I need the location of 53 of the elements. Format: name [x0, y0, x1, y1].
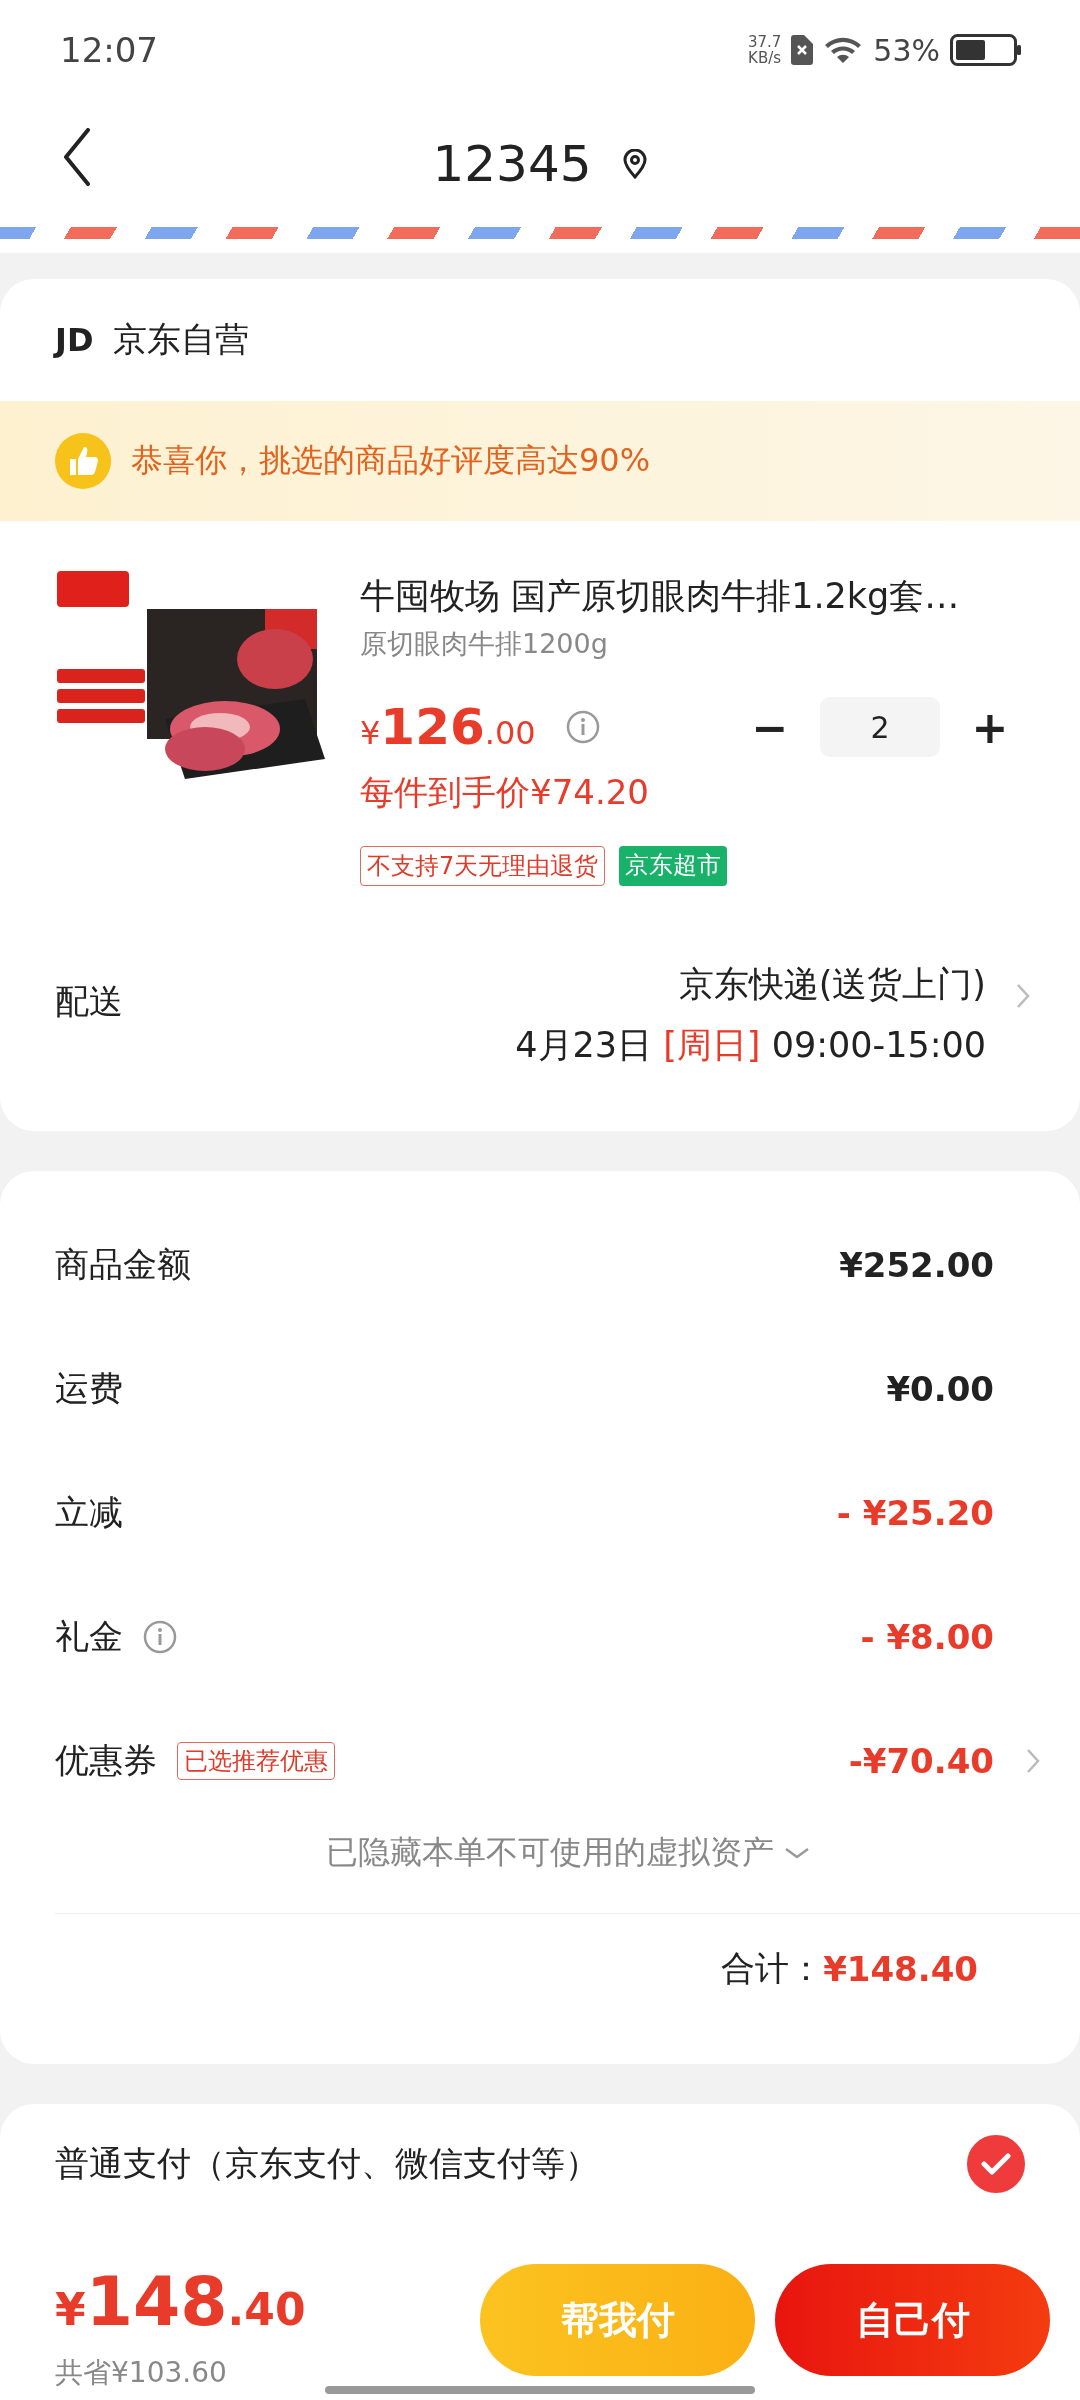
summary-label: 优惠券	[55, 1739, 157, 1782]
delivery-weekday: [周日]	[663, 1025, 761, 1065]
network-speed: 37.7	[747, 34, 782, 50]
delivery-label: 配送	[55, 980, 123, 1023]
wifi-icon	[823, 35, 864, 65]
summary-label: 立减	[55, 1491, 123, 1534]
product-title[interactable]: 牛囤牧场 国产原切眼肉牛排1.2kg套…	[360, 573, 1020, 620]
delivery-time: 09:00-15:00	[771, 1025, 986, 1065]
summary-value: ¥252.00	[839, 1245, 994, 1285]
back-icon[interactable]	[62, 128, 92, 186]
chevron-down-icon[interactable]	[783, 1846, 810, 1860]
banner-text: 恭喜你，挑选的商品好评度高达90%	[131, 440, 651, 481]
summary-value: - ¥25.20	[836, 1493, 994, 1533]
sim-off-icon	[791, 35, 814, 65]
hidden-assets-note[interactable]: 已隐藏本单不可使用的虚拟资产	[325, 1831, 774, 1875]
decrease-button[interactable]: −	[740, 701, 800, 753]
product-tag: 京东超市	[619, 846, 728, 886]
saved-amount: 共省¥103.60	[55, 2355, 228, 2391]
shop-logo: JD	[55, 321, 94, 359]
product-price: ¥126.00	[360, 698, 536, 756]
summary-label: 礼金	[55, 1615, 123, 1658]
total-value: ¥148.40	[823, 1949, 978, 1989]
checkmark-icon	[981, 2152, 1011, 2176]
delivery-date: 4月23日	[515, 1025, 653, 1065]
network-speed-unit: KB/s	[748, 50, 782, 66]
payment-option[interactable]: 普通支付（京东支付、微信支付等）	[55, 2141, 599, 2187]
chevron-right-icon[interactable]	[1026, 1748, 1040, 1774]
unit-price: 每件到手价¥74.20	[360, 771, 650, 814]
increase-button[interactable]: +	[960, 701, 1020, 753]
chevron-right-icon[interactable]	[1016, 983, 1030, 1009]
summary-value: - ¥8.00	[860, 1617, 994, 1657]
coupon-tag: 已选推荐优惠	[177, 1742, 335, 1780]
status-time: 12:07	[60, 30, 158, 70]
address-title[interactable]: 12345	[432, 134, 592, 193]
quantity-field[interactable]: 2	[820, 697, 940, 757]
battery-percent: 53%	[873, 32, 940, 68]
summary-value: ¥0.00	[886, 1369, 994, 1409]
product-spec: 原切眼肉牛排1200g	[360, 627, 609, 661]
radio-button[interactable]	[967, 2135, 1025, 2193]
thumbs-up-icon	[55, 433, 111, 489]
pay-button[interactable]: 自己付	[775, 2264, 1050, 2376]
product-tag: 不支持7天无理由退货	[360, 846, 606, 886]
total-price: ¥148.40	[55, 2261, 306, 2343]
location-pin-icon[interactable]	[621, 148, 648, 179]
shop-name: 京东自营	[113, 318, 250, 361]
summary-label: 运费	[55, 1367, 123, 1410]
summary-label: 商品金额	[55, 1243, 191, 1286]
battery-icon	[950, 34, 1022, 66]
total-label: 合计：	[721, 1947, 824, 1990]
summary-value: -¥70.40	[848, 1741, 994, 1781]
delivery-method[interactable]: 京东快递(送货上门)	[678, 961, 986, 1008]
info-icon[interactable]	[565, 710, 600, 744]
info-icon[interactable]	[143, 1620, 177, 1654]
